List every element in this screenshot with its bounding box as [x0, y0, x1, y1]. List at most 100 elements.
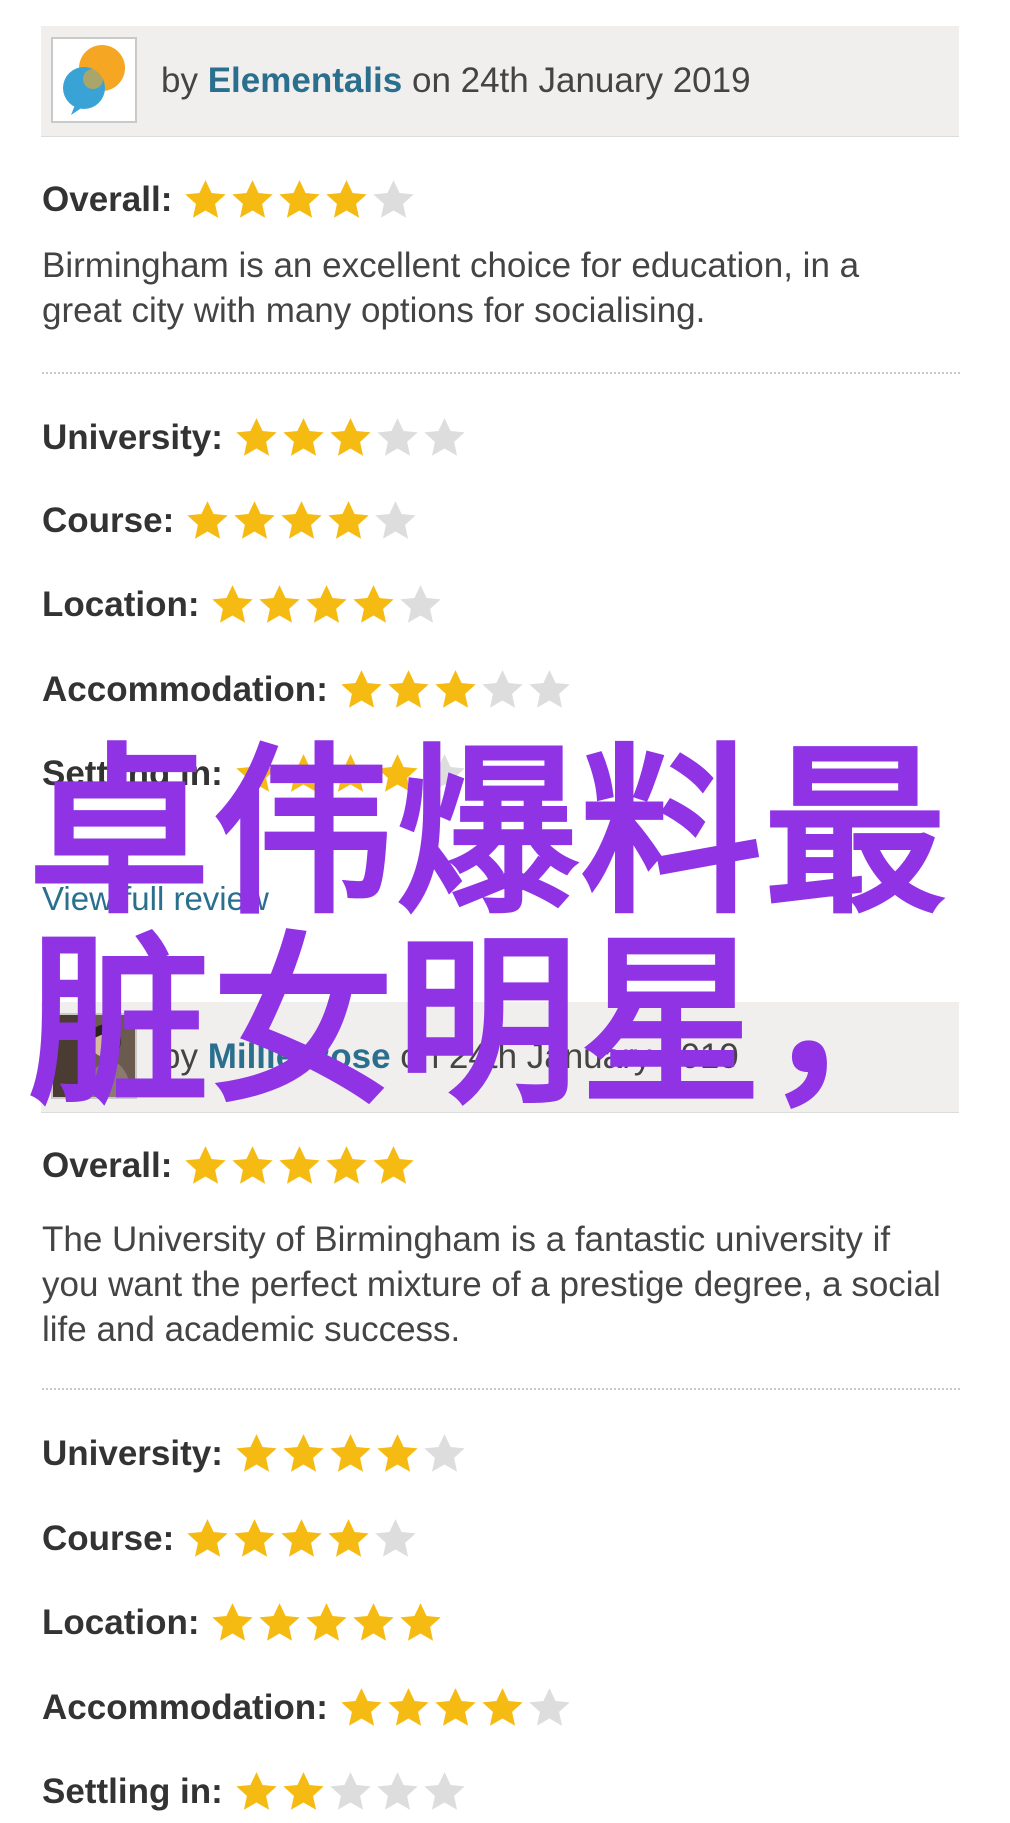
star-empty-icon — [424, 1433, 465, 1472]
review-header: by Elementalis on 24th January 2019 — [41, 26, 959, 137]
settling-in-rating: Settling in: — [42, 1762, 468, 1822]
star-filled-icon — [435, 1687, 476, 1726]
star-empty-icon — [377, 1771, 418, 1810]
overall-label: Overall: — [42, 1146, 173, 1185]
overall-rating: Overall: — [42, 170, 417, 230]
location-rating: Location: — [42, 1593, 444, 1653]
star-filled-icon — [306, 584, 348, 623]
star-filled-icon — [281, 500, 322, 539]
star-filled-icon — [279, 179, 321, 218]
star-filled-icon — [283, 1771, 324, 1810]
star-filled-icon — [236, 1433, 277, 1472]
star-empty-icon — [375, 1518, 416, 1557]
divider — [42, 1388, 960, 1390]
overlay-caption-line-2: 脏女明星， — [28, 917, 948, 1129]
star-empty-icon — [529, 669, 570, 708]
star-filled-icon — [377, 1433, 418, 1472]
star-filled-icon — [236, 1771, 277, 1810]
star-filled-icon — [259, 1602, 301, 1641]
star-filled-icon — [341, 669, 382, 708]
star-filled-icon — [234, 500, 275, 539]
star-filled-icon — [187, 500, 228, 539]
university-rating: University: — [42, 408, 468, 468]
star-filled-icon — [373, 1145, 415, 1184]
star-empty-icon — [375, 500, 416, 539]
star-filled-icon — [236, 417, 277, 456]
star-rating — [233, 415, 468, 462]
location-label: Location: — [42, 585, 200, 624]
star-filled-icon — [388, 669, 429, 708]
course-rating: Course: — [42, 1509, 419, 1569]
star-filled-icon — [435, 669, 476, 708]
star-empty-icon — [424, 1771, 465, 1810]
star-filled-icon — [281, 1518, 322, 1557]
settling-in-label: Settling in: — [42, 1772, 223, 1811]
star-rating — [182, 1143, 417, 1190]
star-empty-icon — [330, 1771, 371, 1810]
star-filled-icon — [328, 1518, 369, 1557]
accommodation-rating: Accommodation: — [42, 660, 573, 720]
course-rating: Course: — [42, 491, 419, 551]
star-filled-icon — [353, 1602, 395, 1641]
star-filled-icon — [185, 179, 227, 218]
star-empty-icon — [373, 179, 415, 218]
star-filled-icon — [232, 179, 274, 218]
star-filled-icon — [283, 1433, 324, 1472]
star-filled-icon — [212, 1602, 254, 1641]
location-label: Location: — [42, 1603, 200, 1642]
star-empty-icon — [377, 417, 418, 456]
course-label: Course: — [42, 501, 175, 540]
star-filled-icon — [283, 417, 324, 456]
star-filled-icon — [353, 584, 395, 623]
star-empty-icon — [482, 669, 523, 708]
university-rating: University: — [42, 1424, 468, 1484]
overall-label: Overall: — [42, 180, 173, 219]
star-rating — [233, 1769, 468, 1816]
review-byline: by Elementalis on 24th January 2019 — [161, 26, 751, 136]
star-filled-icon — [330, 1433, 371, 1472]
star-filled-icon — [341, 1687, 382, 1726]
star-rating — [209, 1600, 444, 1647]
star-filled-icon — [185, 1145, 227, 1184]
star-filled-icon — [234, 1518, 275, 1557]
star-filled-icon — [212, 584, 254, 623]
star-filled-icon — [306, 1602, 348, 1641]
star-filled-icon — [400, 1602, 442, 1641]
avatar[interactable] — [51, 37, 137, 123]
star-filled-icon — [330, 417, 371, 456]
star-filled-icon — [326, 1145, 368, 1184]
star-rating — [338, 1685, 573, 1732]
by-prefix: by — [161, 61, 208, 100]
overlay-caption-line-1: 卓伟爆料最 — [28, 727, 948, 939]
university-label: University: — [42, 418, 223, 457]
star-filled-icon — [326, 179, 368, 218]
overall-rating: Overall: — [42, 1136, 417, 1196]
star-filled-icon — [482, 1687, 523, 1726]
star-empty-icon — [424, 417, 465, 456]
star-filled-icon — [328, 500, 369, 539]
location-rating: Location: — [42, 575, 444, 635]
review-text: Birmingham is an excellent choice for ed… — [42, 246, 860, 330]
author-link[interactable]: Elementalis — [208, 61, 403, 100]
course-label: Course: — [42, 1519, 175, 1558]
star-filled-icon — [259, 584, 301, 623]
star-rating — [209, 582, 444, 629]
star-filled-icon — [187, 1518, 228, 1557]
star-rating — [184, 498, 419, 545]
divider — [42, 372, 960, 374]
star-empty-icon — [400, 584, 442, 623]
star-rating — [338, 667, 573, 714]
review-date: on 24th January 2019 — [402, 61, 751, 100]
star-filled-icon — [279, 1145, 321, 1184]
star-rating — [233, 1431, 468, 1478]
star-filled-icon — [388, 1687, 429, 1726]
star-rating — [182, 177, 417, 224]
accommodation-rating: Accommodation: — [42, 1678, 573, 1738]
review-text: The University of Birmingham is a fantas… — [42, 1220, 941, 1349]
star-filled-icon — [232, 1145, 274, 1184]
accommodation-label: Accommodation: — [42, 1688, 328, 1727]
accommodation-label: Accommodation: — [42, 670, 328, 709]
star-empty-icon — [529, 1687, 570, 1726]
star-rating — [184, 1516, 419, 1563]
university-label: University: — [42, 1434, 223, 1473]
